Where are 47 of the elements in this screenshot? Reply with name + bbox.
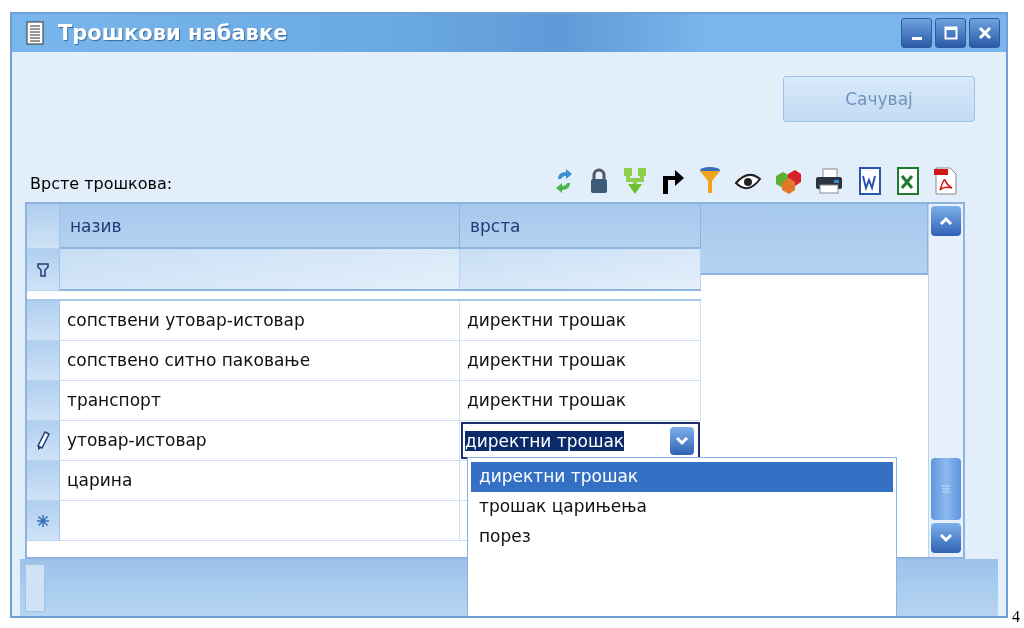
close-icon	[977, 26, 992, 40]
table-cell: директни трошак	[460, 341, 701, 381]
dropdown-option[interactable]: трошак царињења	[471, 492, 893, 522]
asterisk-icon	[36, 513, 50, 528]
maximize-button[interactable]	[935, 18, 966, 48]
chevron-up-icon	[939, 216, 953, 226]
window-title: Трошкови набавке	[58, 21, 289, 45]
row-header[interactable]	[27, 421, 60, 461]
filter-field[interactable]	[460, 249, 701, 291]
filter-field[interactable]	[60, 249, 460, 291]
minimize-icon	[911, 36, 922, 40]
table-cell: сопствени утовар-истовар	[60, 301, 460, 341]
funnel-icon[interactable]	[698, 166, 722, 196]
minimize-button[interactable]	[901, 18, 932, 48]
excel-document-icon[interactable]	[894, 166, 920, 196]
scroll-down-button[interactable]	[931, 523, 961, 553]
vertical-scrollbar[interactable]	[928, 204, 963, 557]
scroll-thumb[interactable]	[931, 458, 961, 520]
pdf-document-icon[interactable]	[932, 166, 958, 196]
dropdown-option[interactable]: директни трошак	[471, 462, 893, 492]
column-header[interactable]: врста	[460, 204, 701, 249]
table-cell: транспорт	[60, 381, 460, 421]
grid-label: Врсте трошкова:	[30, 174, 173, 195]
table-cell: директни трошак	[460, 381, 701, 421]
lock-icon[interactable]	[588, 167, 610, 195]
printer-icon[interactable]	[814, 168, 844, 194]
new-row-cell[interactable]	[60, 501, 460, 541]
dropdown-option[interactable]: порез	[471, 522, 893, 552]
pencil-icon	[36, 430, 50, 451]
chevron-down-icon	[939, 533, 953, 543]
close-button[interactable]	[969, 18, 1000, 48]
cubes-icon[interactable]	[774, 168, 802, 194]
table-cell: сопствено ситно паковање	[60, 341, 460, 381]
page-number: 4	[1012, 608, 1020, 626]
table-cell: царина	[60, 461, 460, 501]
document-icon	[26, 21, 44, 45]
filter-icon	[37, 262, 49, 277]
maximize-icon	[943, 26, 958, 40]
column-header[interactable]: назив	[60, 204, 460, 249]
word-document-icon[interactable]	[856, 166, 882, 196]
chevron-down-icon	[675, 435, 689, 446]
turn-right-arrow-icon[interactable]	[660, 167, 686, 195]
table-cell: директни трошак	[460, 301, 701, 341]
table-cell: утовар-истовар	[60, 421, 460, 461]
scroll-up-button[interactable]	[931, 206, 961, 236]
footer-handle[interactable]	[25, 564, 45, 612]
dropdown-button[interactable]	[670, 426, 694, 455]
